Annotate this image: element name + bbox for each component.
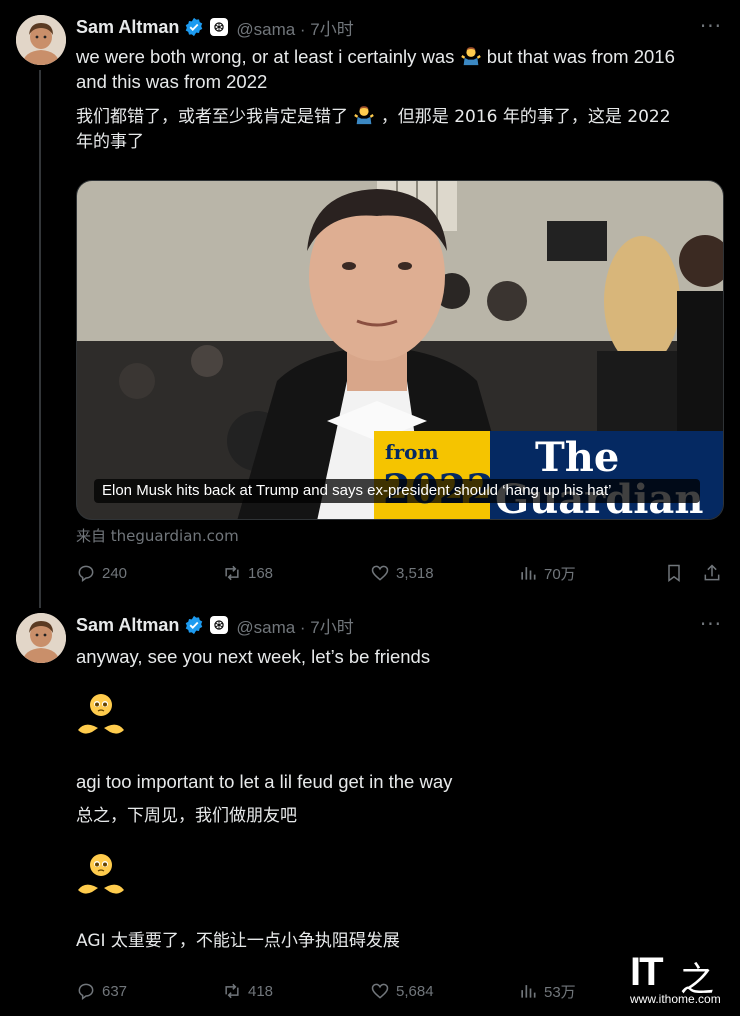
author-name[interactable]: Sam Altman — [76, 17, 179, 38]
retweet-count: 418 — [248, 982, 274, 1000]
views-button[interactable]: 70万 — [518, 563, 576, 584]
tweet-header: Sam Altman @sama · 7小时 — [76, 612, 354, 638]
person-shrugging-emoji-icon — [354, 106, 375, 125]
tweet-text-line1: anyway, see you next week, let’s be frie… — [76, 646, 431, 667]
reply-button[interactable]: 637 — [76, 981, 127, 1001]
article-photo: from 2022 The Guardian — [77, 181, 723, 519]
link-card[interactable]: from 2022 The Guardian — [76, 180, 724, 520]
more-icon[interactable]: ··· — [700, 14, 722, 38]
tweet-header: Sam Altman @sama · 7小时 — [76, 14, 354, 40]
card-headline[interactable]: Elon Musk hits back at Trump and says ex… — [94, 479, 700, 503]
more-icon[interactable]: ··· — [700, 612, 722, 636]
like-button[interactable]: 5,684 — [370, 981, 434, 1001]
retweet-button[interactable]: 168 — [222, 563, 273, 583]
tweet-text-en: we were both wrong, or at least i certai… — [76, 46, 675, 92]
share-icon — [704, 564, 720, 581]
share-button[interactable] — [702, 563, 722, 583]
handle-time[interactable]: @sama · 7小时 — [236, 613, 353, 638]
person-shrugging-emoji-icon — [460, 47, 481, 66]
heart-icon — [371, 983, 389, 999]
heart-icon — [371, 565, 389, 581]
views-button[interactable]: 53万 — [518, 981, 576, 1002]
like-count: 3,518 — [396, 564, 434, 582]
bookmark-icon — [668, 564, 680, 582]
tweet-2[interactable]: Sam Altman @sama · 7小时 ··· anyway, see y… — [0, 598, 740, 1016]
banner-the: The — [535, 434, 619, 481]
tweet-text-zh: 我们都错了，或者至少我肯定是错了 ，但那是 2016 年的事了，这是 2022 … — [76, 104, 671, 155]
avatar[interactable] — [16, 15, 66, 65]
views-icon — [521, 985, 536, 998]
tweet-text-line2: agi too important to let a lil feud get … — [76, 771, 453, 792]
ithome-watermark: IT 之 www.ithome.com — [630, 950, 730, 1008]
author-name[interactable]: Sam Altman — [76, 615, 179, 636]
reply-count: 637 — [102, 982, 128, 1000]
thread-line — [39, 70, 41, 608]
tweet-1[interactable]: Sam Altman @sama · 7小时 ··· we were both … — [0, 0, 740, 608]
verified-badge-icon — [186, 615, 203, 635]
tweet-text-line3: 总之，下周见，我们做朋友吧 — [76, 806, 297, 826]
retweet-icon — [225, 565, 239, 581]
views-count: 70万 — [544, 565, 576, 583]
reply-count: 240 — [102, 564, 128, 582]
reply-icon — [78, 565, 94, 582]
watermark-brand: IT — [630, 950, 664, 994]
openai-logo-icon[interactable] — [210, 18, 229, 36]
handle-time[interactable]: @sama · 7小时 — [236, 15, 353, 40]
reply-button[interactable]: 240 — [76, 563, 127, 583]
banner-from: from — [385, 440, 439, 464]
tweet-text-line4: AGI 太重要了，不能让一点小争执阻碍发展 — [76, 931, 400, 951]
retweet-button[interactable]: 418 — [222, 981, 273, 1001]
verified-badge-icon — [186, 17, 203, 37]
like-count: 5,684 — [396, 982, 434, 1000]
pleading-face-hands-emoji-icon — [78, 694, 124, 734]
like-button[interactable]: 3,518 — [370, 563, 434, 583]
reply-icon — [78, 983, 94, 1000]
avatar[interactable] — [16, 613, 66, 663]
bookmark-button[interactable] — [664, 563, 684, 583]
action-bar: 240 168 3,518 70万 — [76, 561, 724, 585]
views-count: 53万 — [544, 983, 576, 1001]
card-source[interactable]: 来自 theguardian.com — [76, 525, 239, 546]
pleading-face-hands-emoji-icon — [78, 854, 124, 894]
openai-logo-icon[interactable] — [210, 616, 229, 634]
views-icon — [521, 567, 536, 580]
watermark-url: www.ithome.com — [630, 992, 721, 1006]
action-bar: 637 418 5,684 53万 — [76, 979, 724, 1003]
retweet-count: 168 — [248, 564, 274, 582]
retweet-icon — [225, 983, 239, 999]
